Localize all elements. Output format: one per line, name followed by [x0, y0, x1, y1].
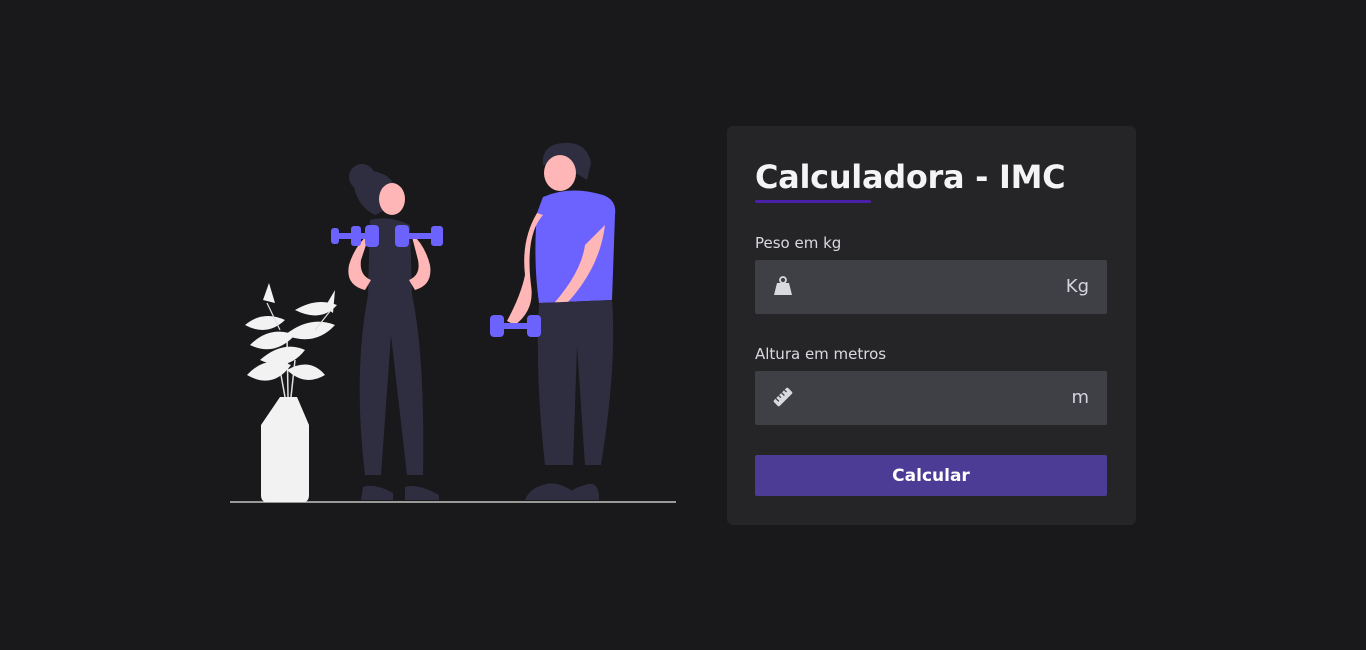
page-title: Calculadora - IMC — [755, 158, 1066, 196]
workout-scene-image — [230, 142, 676, 503]
height-input[interactable] — [807, 371, 1041, 427]
weight-unit: Kg — [1065, 276, 1089, 297]
weight-field[interactable]: Kg — [755, 260, 1107, 316]
fitness-illustration — [225, 135, 685, 510]
man-figure — [490, 142, 616, 500]
height-label: Altura em metros — [755, 345, 887, 363]
title-underline — [755, 200, 871, 203]
weight-icon — [772, 275, 794, 297]
woman-figure — [331, 164, 443, 500]
height-field[interactable]: m — [755, 371, 1107, 427]
height-unit: m — [1071, 387, 1089, 408]
calculate-button[interactable]: Calcular — [755, 455, 1107, 496]
weight-input[interactable] — [807, 260, 1041, 316]
plant — [245, 283, 337, 502]
weight-label: Peso em kg — [755, 234, 842, 252]
ruler-icon — [772, 386, 794, 408]
bmi-calculator-card: Calculadora - IMC Peso em kg Kg Altura e… — [727, 126, 1136, 525]
